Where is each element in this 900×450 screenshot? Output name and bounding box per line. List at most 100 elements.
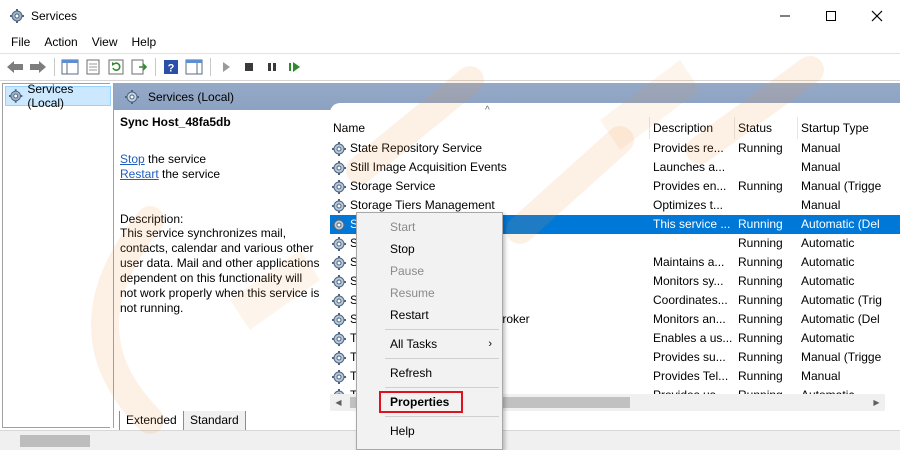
service-gear-icon	[332, 331, 346, 346]
menu-separator	[385, 329, 499, 330]
service-status: Running	[738, 293, 783, 307]
tab-standard[interactable]: Standard	[183, 411, 246, 431]
menu-item-help[interactable]: Help	[357, 420, 502, 442]
menu-separator	[385, 416, 499, 417]
menu-help[interactable]: Help	[125, 35, 164, 49]
service-gear-icon	[332, 255, 346, 270]
table-row[interactable]: Still Image Acquisition Events Launches a…	[330, 158, 900, 177]
start-service-button[interactable]	[215, 56, 237, 78]
context-menu: Start Stop Pause Resume Restart All Task…	[356, 212, 503, 450]
menu-item-restart[interactable]: Restart	[357, 304, 502, 326]
service-description: Coordinates...	[653, 293, 728, 307]
menu-view[interactable]: View	[85, 35, 125, 49]
toolbar-separator	[210, 58, 211, 76]
menu-item-stop[interactable]: Stop	[357, 238, 502, 260]
minimize-icon	[780, 15, 790, 16]
service-startup-type: Automatic	[801, 236, 855, 250]
service-startup-type: Manual	[801, 198, 841, 212]
minimize-button[interactable]	[762, 0, 808, 31]
service-gear-icon	[332, 293, 346, 308]
service-description: Provides su...	[653, 350, 726, 364]
menu-item-pause[interactable]: Pause	[357, 260, 502, 282]
menu-item-resume[interactable]: Resume	[357, 282, 502, 304]
service-gear-icon	[332, 179, 346, 194]
menu-item-properties[interactable]: Properties	[357, 391, 502, 413]
scroll-right-icon[interactable]: ▶	[868, 394, 885, 411]
service-status	[738, 196, 798, 215]
status-segment	[20, 435, 90, 447]
menu-file[interactable]: File	[4, 35, 37, 49]
column-header-startup-type[interactable]: Startup Type	[798, 117, 900, 139]
service-name-cell: Storage Service	[330, 177, 649, 196]
service-status: Running	[738, 369, 783, 383]
service-status: Running	[738, 141, 783, 155]
help-icon: ?	[164, 60, 178, 75]
toolbar: ?	[0, 53, 900, 81]
stop-service-button[interactable]	[238, 56, 260, 78]
service-gear-icon	[332, 141, 346, 156]
column-header-name[interactable]: Name	[330, 117, 650, 139]
table-row[interactable]: Storage Service Provides en... Running Manu…	[330, 177, 900, 196]
stop-service-link[interactable]: Stop	[120, 152, 145, 166]
service-startup-type: Automatic	[801, 331, 855, 345]
service-description: Provides Tel...	[653, 369, 729, 383]
service-gear-icon	[332, 369, 346, 384]
properties-label: Properties	[390, 395, 450, 409]
scroll-left-icon[interactable]: ◀	[330, 394, 347, 411]
console-tree: Services (Local)	[2, 82, 111, 428]
pause-service-button[interactable]	[261, 56, 283, 78]
restart-service-link[interactable]: Restart	[120, 167, 159, 181]
tree-item-services-local[interactable]: Services (Local)	[5, 82, 111, 110]
properties-toolbar-button[interactable]	[82, 56, 104, 78]
menu-action[interactable]: Action	[37, 35, 84, 49]
selected-service-name: Sync Host_48fa5db	[120, 115, 231, 129]
action-pane-button[interactable]	[183, 56, 205, 78]
close-button[interactable]	[854, 0, 900, 31]
menu-item-all-tasks[interactable]: All Tasks ›	[357, 333, 502, 355]
pane-header-title: Services (Local)	[148, 89, 235, 104]
service-status: Running	[738, 350, 783, 364]
stop-link-suffix: the service	[144, 152, 207, 166]
gear-icon	[10, 8, 24, 23]
show-hide-tree-button[interactable]	[59, 56, 81, 78]
menu-item-refresh[interactable]: Refresh	[357, 362, 502, 384]
column-header-description[interactable]: Description	[650, 117, 735, 139]
menu-item-start[interactable]: Start	[357, 216, 502, 238]
table-row[interactable]: State Repository Service Provides re... Ru…	[330, 139, 900, 158]
pause-icon	[268, 63, 276, 71]
maximize-icon	[826, 10, 836, 21]
service-gear-icon	[332, 312, 346, 327]
properties-icon	[86, 59, 100, 75]
action-pane-icon	[185, 59, 203, 75]
tree-item-label: Services (Local)	[27, 82, 74, 110]
toolbar-separator	[54, 58, 55, 76]
restart-service-button[interactable]	[284, 56, 306, 78]
service-name-cell: State Repository Service	[330, 139, 649, 158]
refresh-toolbar-button[interactable]	[105, 56, 127, 78]
service-gear-icon	[332, 217, 346, 232]
arrow-left-icon	[7, 61, 23, 73]
service-name-cell: Still Image Acquisition Events	[330, 158, 649, 177]
service-name: State Repository Service	[350, 141, 483, 155]
tab-extended[interactable]: Extended	[119, 411, 184, 431]
column-header-status[interactable]: Status	[735, 117, 798, 139]
help-toolbar-button[interactable]: ?	[160, 56, 182, 78]
back-button[interactable]	[4, 56, 26, 78]
maximize-button[interactable]	[808, 0, 854, 31]
console-tree-icon	[61, 59, 79, 75]
service-startup-type: Manual	[801, 141, 841, 155]
menu-separator	[385, 387, 499, 388]
service-status	[738, 158, 798, 177]
export-list-button[interactable]	[128, 56, 150, 78]
service-status: Running	[738, 312, 783, 326]
service-status: Running	[738, 179, 783, 193]
service-startup-type: Automatic (Del	[801, 217, 880, 231]
refresh-icon	[108, 59, 124, 75]
service-status: Running	[738, 217, 783, 231]
forward-button[interactable]	[27, 56, 49, 78]
sort-caret-icon: ^	[485, 105, 490, 116]
service-description: Provides re...	[653, 141, 724, 155]
service-gear-icon	[332, 198, 346, 213]
service-startup-type: Manual	[801, 369, 841, 383]
gear-icon	[125, 89, 139, 104]
